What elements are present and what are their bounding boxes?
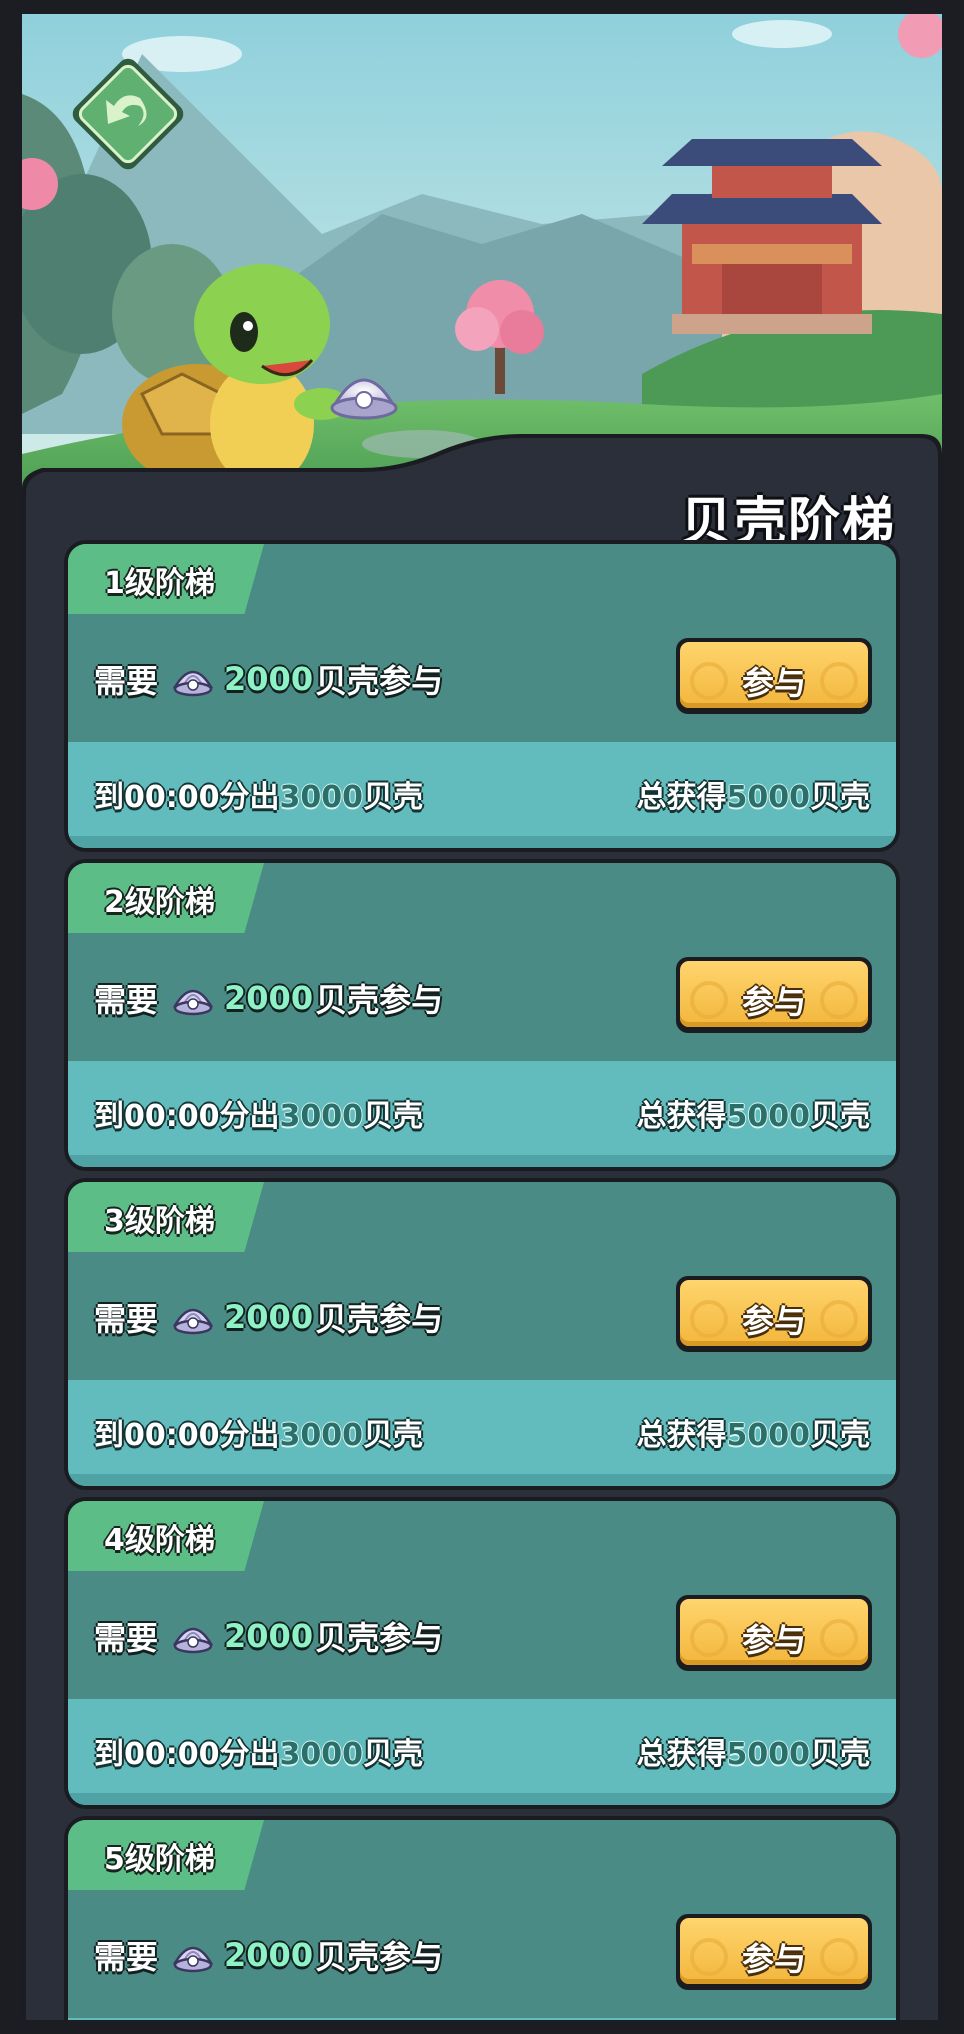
tier-level-label: 4级阶梯: [104, 1523, 215, 1558]
tier-total: 总获得5000贝壳: [637, 1729, 871, 1773]
ladder-tier-card: 3级阶梯 需要 2000 贝壳参与 参与 到00:00分出3000贝壳 总获得5…: [64, 1178, 900, 1490]
tier-card-body: 4级阶梯 需要 2000 贝壳参与 参与 到00:00分出3000贝壳 总获得5…: [68, 1501, 896, 1805]
join-button-label: 参与: [741, 1940, 806, 1978]
tier-level-label: 2级阶梯: [104, 885, 215, 920]
tier-payout: 到00:00分出3000贝壳: [94, 772, 423, 816]
app-frame: 贝壳阶梯 1级阶梯 需要 2000 贝壳参与 参与 到00:00分出3000贝壳…: [22, 14, 942, 2020]
requirement-prefix: 需要: [94, 1619, 159, 1657]
tier-level-label: 5级阶梯: [104, 1842, 215, 1877]
requirement-prefix: 需要: [94, 981, 159, 1019]
join-button[interactable]: 参与: [676, 1595, 872, 1671]
back-arrow-icon: [72, 58, 184, 170]
pearl-shell-icon: [172, 670, 214, 697]
tier-payout: 到00:00分出3000贝壳: [94, 1729, 423, 1773]
join-button[interactable]: 参与: [676, 957, 872, 1033]
payout-amount: 3000: [279, 1099, 364, 1134]
requirement-prefix: 需要: [94, 662, 159, 700]
tier-card-body: 1级阶梯 需要 2000 贝壳参与 参与 到00:00分出3000贝壳 总获得5…: [68, 544, 896, 848]
requirement-amount: 2000: [224, 979, 314, 1017]
join-button[interactable]: 参与: [676, 1914, 872, 1990]
tier-payout: 到00:00分出3000贝壳: [94, 1091, 423, 1135]
join-button-label: 参与: [741, 664, 806, 702]
payout-suffix: 贝壳: [363, 1737, 423, 1772]
payout-prefix: 到00:00分出: [94, 780, 280, 815]
payout-prefix: 到00:00分出: [94, 1737, 280, 1772]
requirement-suffix: 贝壳参与: [315, 1300, 444, 1338]
tier-card-body: 2级阶梯 需要 2000 贝壳参与 参与 到00:00分出3000贝壳 总获得5…: [68, 863, 896, 1167]
join-button-label: 参与: [741, 1621, 806, 1659]
requirement-amount: 2000: [224, 1617, 314, 1655]
requirement-amount: 2000: [224, 1936, 314, 1974]
requirement-prefix: 需要: [94, 1938, 159, 1976]
ladder-tier-card: 5级阶梯 需要 2000 贝壳参与 参与 到00:00分出3000贝壳 总获得5…: [64, 1816, 900, 2020]
back-button[interactable]: [68, 54, 188, 174]
requirement-suffix: 贝壳参与: [315, 662, 444, 700]
requirement-suffix: 贝壳参与: [315, 981, 444, 1019]
join-button[interactable]: 参与: [676, 1276, 872, 1352]
tier-requirement: 需要 2000 贝壳参与: [94, 656, 443, 702]
total-amount: 5000: [726, 1737, 811, 1772]
payout-suffix: 贝壳: [363, 1099, 423, 1134]
requirement-amount: 2000: [224, 660, 314, 698]
total-suffix: 贝壳: [810, 1737, 870, 1772]
tier-level-label: 1级阶梯: [104, 566, 215, 601]
tier-total: 总获得5000贝壳: [637, 1410, 871, 1454]
ladder-tier-card: 2级阶梯 需要 2000 贝壳参与 参与 到00:00分出3000贝壳 总获得5…: [64, 859, 900, 1171]
total-amount: 5000: [726, 1418, 811, 1453]
tier-requirement: 需要 2000 贝壳参与: [94, 1294, 443, 1340]
requirement-suffix: 贝壳参与: [315, 1619, 444, 1657]
total-suffix: 贝壳: [810, 780, 870, 815]
tier-payout: 到00:00分出3000贝壳: [94, 1410, 423, 1454]
tier-requirement: 需要 2000 贝壳参与: [94, 1613, 443, 1659]
total-suffix: 贝壳: [810, 1099, 870, 1134]
requirement-suffix: 贝壳参与: [315, 1938, 444, 1976]
tier-total: 总获得5000贝壳: [637, 1091, 871, 1135]
pearl-shell-icon: [172, 1627, 214, 1654]
tier-card-body: 5级阶梯 需要 2000 贝壳参与 参与 到00:00分出3000贝壳 总获得5…: [68, 1820, 896, 2020]
tier-total: 总获得5000贝壳: [637, 772, 871, 816]
payout-prefix: 到00:00分出: [94, 1418, 280, 1453]
pearl-shell-icon: [172, 989, 214, 1016]
payout-suffix: 贝壳: [363, 1418, 423, 1453]
total-prefix: 总获得: [636, 1418, 727, 1453]
pearl-shell-icon: [172, 1308, 214, 1335]
payout-prefix: 到00:00分出: [94, 1099, 280, 1134]
total-amount: 5000: [726, 1099, 811, 1134]
tier-reward-section: [68, 2018, 896, 2020]
pearl-shell-icon: [172, 1946, 214, 1973]
total-prefix: 总获得: [636, 780, 727, 815]
tier-card-body: 3级阶梯 需要 2000 贝壳参与 参与 到00:00分出3000贝壳 总获得5…: [68, 1182, 896, 1486]
ladder-tier-card: 1级阶梯 需要 2000 贝壳参与 参与 到00:00分出3000贝壳 总获得5…: [64, 540, 900, 852]
ladder-tier-card: 4级阶梯 需要 2000 贝壳参与 参与 到00:00分出3000贝壳 总获得5…: [64, 1497, 900, 1809]
total-amount: 5000: [726, 780, 811, 815]
payout-amount: 3000: [279, 1418, 364, 1453]
requirement-prefix: 需要: [94, 1300, 159, 1338]
total-suffix: 贝壳: [810, 1418, 870, 1453]
join-button[interactable]: 参与: [676, 638, 872, 714]
payout-amount: 3000: [279, 1737, 364, 1772]
total-prefix: 总获得: [636, 1099, 727, 1134]
payout-amount: 3000: [279, 780, 364, 815]
requirement-amount: 2000: [224, 1298, 314, 1336]
tier-requirement: 需要 2000 贝壳参与: [94, 1932, 443, 1978]
tier-level-label: 3级阶梯: [104, 1204, 215, 1239]
join-button-label: 参与: [741, 1302, 806, 1340]
join-button-label: 参与: [741, 983, 806, 1021]
total-prefix: 总获得: [636, 1737, 727, 1772]
payout-suffix: 贝壳: [363, 780, 423, 815]
tier-requirement: 需要 2000 贝壳参与: [94, 975, 443, 1021]
